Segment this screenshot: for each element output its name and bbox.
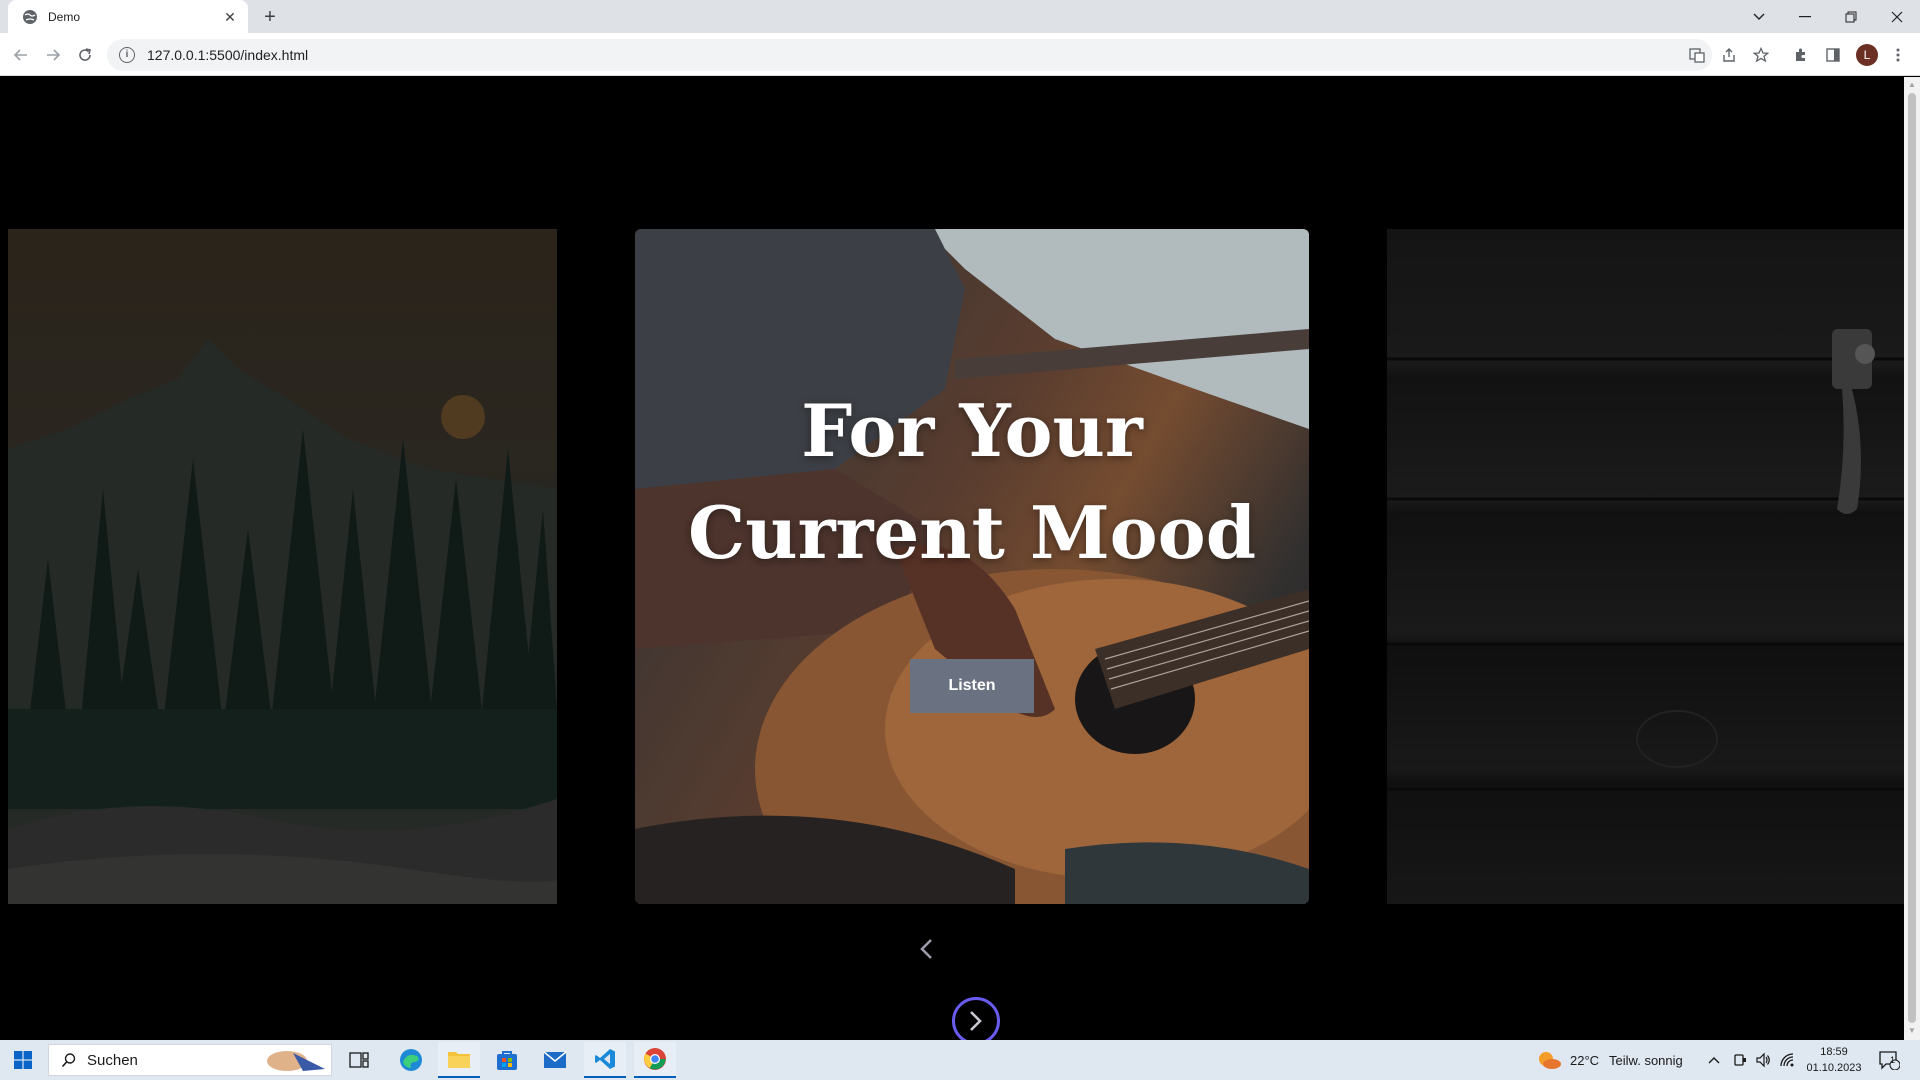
scrollbar-thumb[interactable] (1908, 93, 1916, 1023)
windows-taskbar: Suchen 22°C Teilw. sonnig 18:59 01.10.20… (0, 1040, 1920, 1080)
scroll-down-icon[interactable]: ▼ (1908, 1027, 1916, 1035)
scroll-up-icon[interactable]: ▲ (1908, 81, 1916, 89)
slide-next-wood[interactable] (1387, 229, 1904, 904)
address-bar[interactable]: i 127.0.0.1:5500/index.html (107, 39, 1712, 71)
partly-sunny-icon (1539, 1052, 1561, 1069)
reload-icon[interactable] (72, 42, 98, 68)
tab-title: Demo (48, 9, 81, 24)
search-highlight-illustration (267, 1051, 325, 1071)
weather-temperature: 22°C (1570, 1052, 1600, 1068)
windows-logo-icon (14, 1051, 32, 1069)
task-view-icon[interactable] (338, 1042, 380, 1078)
listen-button[interactable]: Listen (910, 659, 1034, 713)
start-button[interactable] (0, 1040, 46, 1080)
close-window-icon[interactable] (1874, 0, 1920, 33)
clock-time: 18:59 (1820, 1046, 1848, 1058)
translate-icon[interactable] (1685, 43, 1709, 67)
notification-count: 1 (1890, 1055, 1896, 1065)
profile-avatar[interactable]: L (1856, 44, 1878, 66)
minimize-icon[interactable] (1782, 0, 1828, 33)
hero-headline: For Your Current Mood (688, 380, 1256, 584)
weather-widget[interactable]: 22°C Teilw. sonnig (1536, 1040, 1683, 1080)
share-icon[interactable] (1717, 43, 1741, 67)
edge-browser-icon[interactable] (390, 1042, 432, 1078)
mail-icon[interactable] (534, 1042, 576, 1078)
globe-icon (22, 9, 38, 25)
chevron-left-icon (920, 939, 932, 959)
page-content: For Your Current Mood Listen (0, 77, 1904, 1040)
hero-headline-line1: For Your (801, 388, 1143, 473)
close-tab-icon[interactable]: ✕ (222, 9, 238, 25)
hero-overlay: For Your Current Mood Listen (635, 229, 1309, 904)
clock-date: 01.10.2023 (1806, 1062, 1862, 1074)
volume-icon[interactable] (1755, 1040, 1771, 1080)
network-icon[interactable] (1779, 1040, 1795, 1080)
extensions-icon[interactable] (1789, 43, 1813, 67)
search-icon (61, 1053, 76, 1068)
side-panel-icon[interactable] (1821, 43, 1845, 67)
site-info-icon[interactable]: i (119, 47, 135, 63)
hero-headline-line2: Current Mood (687, 490, 1257, 575)
url-text: 127.0.0.1:5500/index.html (147, 47, 309, 63)
wood-image (1387, 329, 1904, 791)
search-label: Suchen (87, 1051, 138, 1069)
browser-tab[interactable]: Demo ✕ (8, 0, 248, 33)
notification-center-icon[interactable]: 1 (1878, 1040, 1900, 1080)
restore-icon[interactable] (1828, 0, 1874, 33)
vscode-icon[interactable] (584, 1042, 626, 1078)
system-clock[interactable]: 18:59 01.10.2023 (1806, 1044, 1862, 1076)
weather-description: Teilw. sonnig (1609, 1052, 1683, 1068)
forward-arrow-icon[interactable] (40, 42, 66, 68)
chrome-icon[interactable] (634, 1042, 676, 1078)
forest-image (8, 339, 557, 904)
page-scrollbar[interactable]: ▲ ▼ (1904, 77, 1920, 1040)
chevron-up-icon[interactable] (1707, 1040, 1721, 1080)
slide-active-guitar: For Your Current Mood Listen (635, 229, 1309, 904)
back-arrow-icon[interactable] (8, 42, 34, 68)
new-tab-button[interactable]: + (258, 6, 282, 28)
microsoft-store-icon[interactable] (486, 1042, 528, 1078)
slider-prev-button[interactable] (914, 929, 938, 969)
browser-toolbar: i 127.0.0.1:5500/index.html L (0, 33, 1920, 76)
taskbar-search-box[interactable]: Suchen (48, 1044, 332, 1076)
meet-now-icon[interactable] (1733, 1040, 1747, 1080)
slide-previous-forest[interactable] (8, 229, 557, 904)
chevron-right-icon (970, 1011, 982, 1031)
tab-search-icon[interactable] (1736, 0, 1782, 33)
bookmark-star-icon[interactable] (1749, 43, 1773, 67)
browser-tab-bar: Demo ✕ + (0, 0, 1920, 33)
slider-next-button[interactable] (952, 997, 1000, 1040)
file-explorer-icon[interactable] (438, 1042, 480, 1078)
more-menu-icon[interactable] (1886, 43, 1910, 67)
